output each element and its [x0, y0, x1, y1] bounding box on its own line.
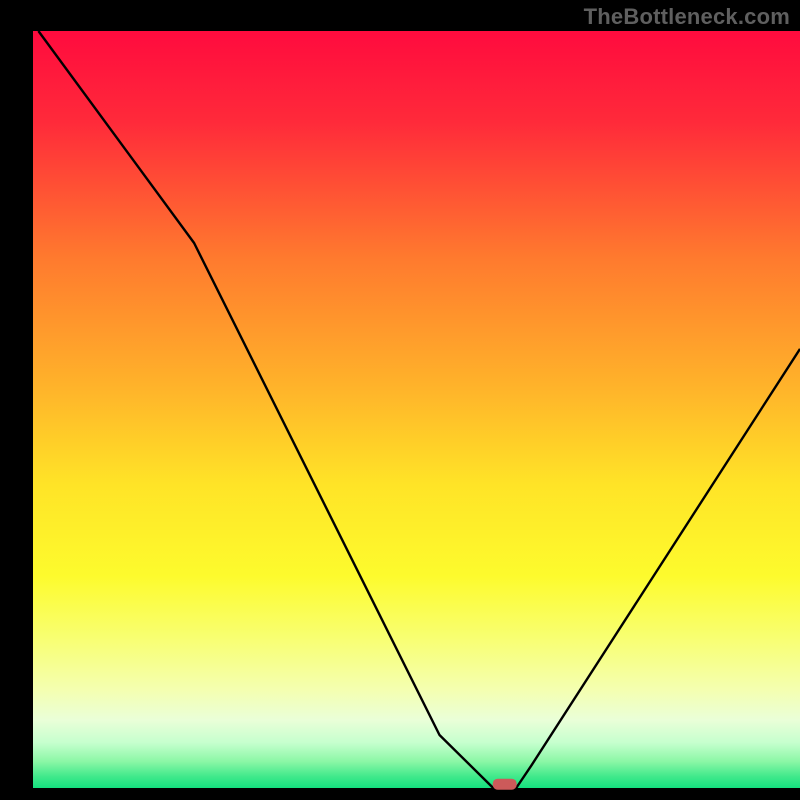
chart-container: TheBottleneck.com — [0, 0, 800, 800]
bottleneck-chart — [0, 0, 800, 800]
watermark-label: TheBottleneck.com — [584, 4, 790, 30]
sweet-spot-marker — [493, 779, 517, 790]
gradient-background — [33, 31, 800, 788]
